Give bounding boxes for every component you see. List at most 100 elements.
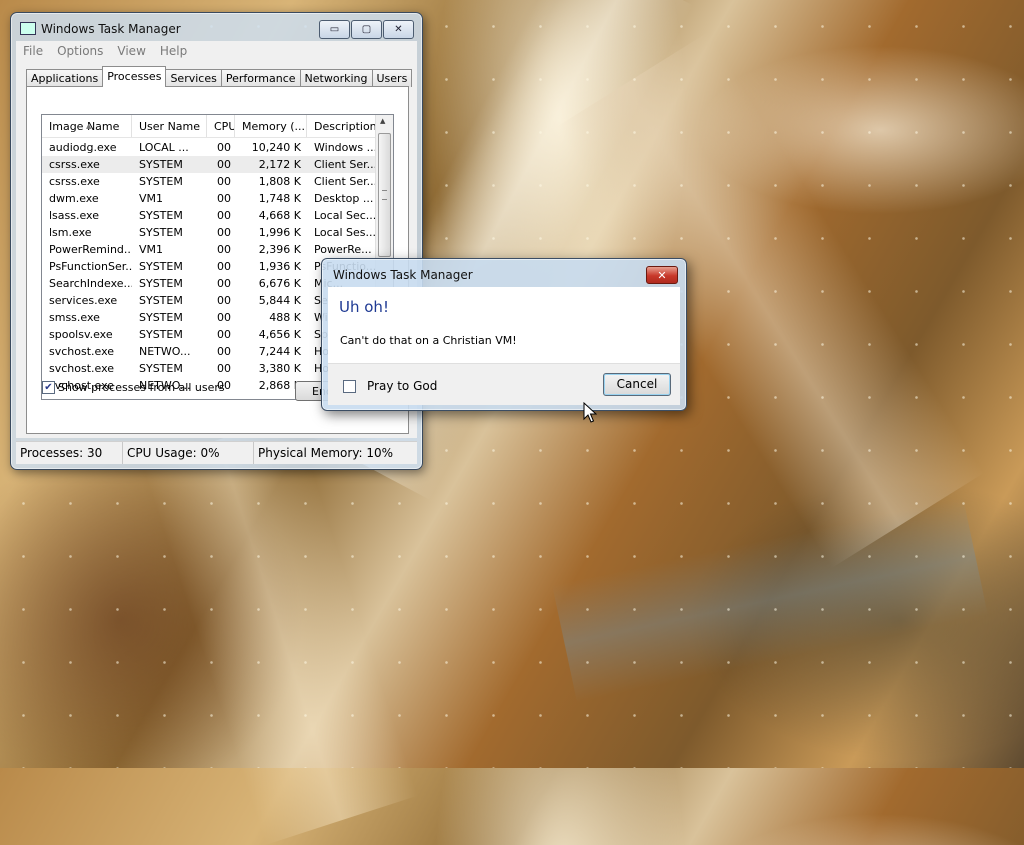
cell-image-name: SearchIndexe... (49, 277, 132, 290)
cell-image-name: PowerRemind... (49, 243, 132, 256)
table-row[interactable]: lsm.exe SYSTEM 00 1,996 K Local Ses... (42, 224, 377, 241)
scroll-thumb[interactable] (378, 133, 391, 257)
cell-image-name: dwm.exe (49, 192, 99, 205)
cell-image-name: lsass.exe (49, 209, 99, 222)
menu-view[interactable]: View (110, 44, 152, 58)
cell-description: Client Ser... (314, 175, 377, 188)
tab-users[interactable]: Users (371, 69, 413, 87)
cell-image-name: csrss.exe (49, 175, 100, 188)
cell-memory: 4,656 K (258, 328, 301, 341)
status-physical-memory: Physical Memory: 10% (258, 446, 394, 460)
caption-buttons: ▭ ▢ ✕ (319, 20, 414, 39)
cell-user-name: SYSTEM (139, 260, 183, 273)
maximize-button[interactable]: ▢ (351, 20, 382, 39)
cell-cpu: 00 (217, 243, 231, 256)
table-row[interactable]: lsass.exe SYSTEM 00 4,668 K Local Sec... (42, 207, 377, 224)
cell-cpu: 00 (217, 294, 231, 307)
task-manager-icon (20, 22, 36, 36)
cell-cpu: 00 (217, 277, 231, 290)
cell-cpu: 00 (217, 192, 231, 205)
cell-description: Client Ser... (314, 158, 377, 171)
cell-image-name: csrss.exe (49, 158, 100, 171)
sort-ascending-icon: ▲ (86, 122, 92, 130)
close-button[interactable]: ✕ (383, 20, 414, 39)
cell-image-name: smss.exe (49, 311, 100, 324)
tab-processes[interactable]: Processes (102, 66, 167, 87)
column-image-name[interactable]: ▲ Image Name (42, 115, 132, 137)
pray-to-god-checkbox[interactable] (343, 379, 356, 393)
cell-user-name: SYSTEM (139, 175, 183, 188)
dialog-content: Uh oh! Can't do that on a Christian VM! (328, 287, 680, 363)
column-memory[interactable]: Memory (... (235, 115, 307, 137)
cell-memory: 4,668 K (258, 209, 301, 222)
minimize-button[interactable]: ▭ (319, 20, 350, 39)
pray-to-god-label: Pray to God (367, 379, 438, 393)
cell-image-name: PsFunctionSer... (49, 260, 132, 273)
table-row[interactable]: csrss.exe SYSTEM 00 1,808 K Client Ser... (42, 173, 377, 190)
column-label: Image Name (49, 120, 120, 133)
cell-memory: 6,676 K (258, 277, 301, 290)
cell-cpu: 00 (217, 226, 231, 239)
status-bar: Processes: 30 CPU Usage: 0% Physical Mem… (16, 441, 417, 464)
cell-image-name: svchost.exe (49, 362, 115, 375)
table-row[interactable]: csrss.exe SYSTEM 00 2,172 K Client Ser... (42, 156, 377, 173)
column-description[interactable]: Description (307, 115, 377, 137)
cell-description: Desktop ... (314, 192, 374, 205)
menu-help[interactable]: Help (153, 44, 194, 58)
title-bar[interactable]: Windows Task Manager (20, 20, 181, 38)
menu-file[interactable]: File (16, 44, 50, 58)
cell-memory: 10,240 K (251, 141, 301, 154)
tab-services[interactable]: Services (165, 69, 222, 87)
cancel-button[interactable]: Cancel (603, 373, 671, 396)
cell-cpu: 00 (217, 260, 231, 273)
window-title: Windows Task Manager (41, 22, 181, 36)
cell-user-name: NETWO... (139, 345, 191, 358)
cell-memory: 1,808 K (258, 175, 301, 188)
show-all-users-option[interactable]: ✔ Show processes from all users (42, 381, 225, 394)
tab-applications[interactable]: Applications (26, 69, 104, 87)
cell-image-name: audiodg.exe (49, 141, 117, 154)
cell-user-name: SYSTEM (139, 328, 183, 341)
column-user-name[interactable]: User Name (132, 115, 207, 137)
cell-memory: 7,244 K (258, 345, 301, 358)
cell-memory: 488 K (269, 311, 301, 324)
cell-cpu: 00 (217, 158, 231, 171)
cell-description: Local Ses... (314, 226, 376, 239)
cell-user-name: SYSTEM (139, 226, 183, 239)
cell-description: Windows ... (314, 141, 377, 154)
wallpaper-band (142, 415, 418, 845)
cell-memory: 3,380 K (258, 362, 301, 375)
menu-options[interactable]: Options (50, 44, 110, 58)
status-cpu-usage: CPU Usage: 0% (123, 442, 254, 464)
cell-user-name: SYSTEM (139, 158, 183, 171)
dialog-title[interactable]: Windows Task Manager (333, 268, 473, 282)
table-row[interactable]: audiodg.exe LOCAL ... 00 10,240 K Windows ..… (42, 139, 377, 156)
cell-user-name: SYSTEM (139, 277, 183, 290)
cell-image-name: spoolsv.exe (49, 328, 113, 341)
dialog-message: Can't do that on a Christian VM! (340, 334, 517, 347)
cell-user-name: SYSTEM (139, 294, 183, 307)
cell-cpu: 00 (217, 362, 231, 375)
status-processes: Processes: 30 (16, 442, 123, 464)
cell-image-name: services.exe (49, 294, 118, 307)
cell-user-name: LOCAL ... (139, 141, 189, 154)
table-row[interactable]: PowerRemind... VM1 00 2,396 K PowerRe... (42, 241, 377, 258)
wallpaper-band (552, 497, 988, 703)
cell-description: Local Sec... (314, 209, 377, 222)
dialog-close-button[interactable]: ✕ (646, 266, 678, 284)
table-row[interactable]: dwm.exe VM1 00 1,748 K Desktop ... (42, 190, 377, 207)
dialog-heading: Uh oh! (339, 298, 389, 316)
tab-networking[interactable]: Networking (299, 69, 373, 87)
scroll-up-icon[interactable]: ▲ (380, 117, 385, 125)
cell-memory: 1,996 K (258, 226, 301, 239)
menu-bar: File Options View Help (16, 41, 417, 61)
cell-image-name: lsm.exe (49, 226, 92, 239)
pray-to-god-option[interactable]: Pray to God (343, 379, 437, 393)
show-all-users-checkbox[interactable]: ✔ (42, 381, 55, 394)
tab-strip: Applications Processes Services Performa… (26, 66, 413, 87)
tab-performance[interactable]: Performance (220, 69, 301, 87)
column-cpu[interactable]: CPU (207, 115, 235, 137)
cell-user-name: VM1 (139, 192, 164, 205)
mouse-pointer-icon (583, 402, 597, 423)
cell-user-name: SYSTEM (139, 311, 183, 324)
